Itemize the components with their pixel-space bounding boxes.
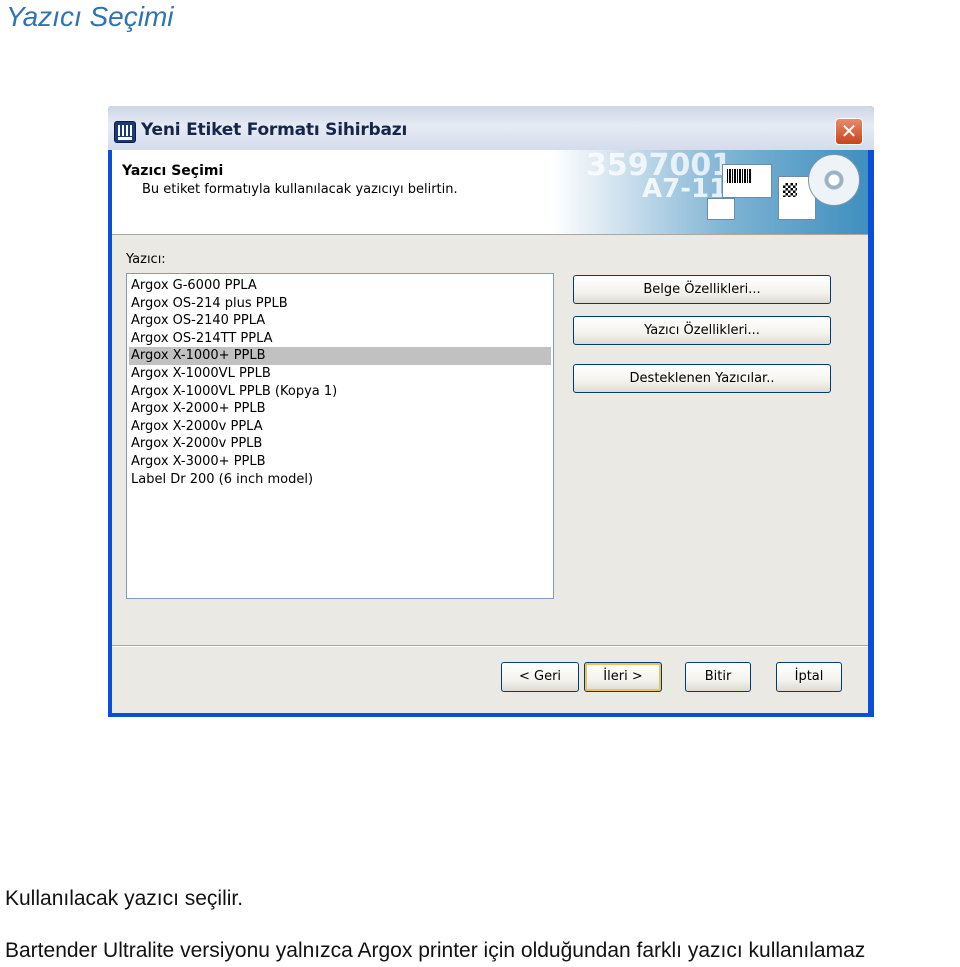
back-button[interactable]: < Geri (501, 662, 579, 692)
figure-caption: Kullanılacak yazıcı seçilir. (5, 887, 244, 910)
close-button[interactable]: ✕ (835, 118, 863, 145)
finish-button[interactable]: Bitir (685, 662, 751, 692)
window-title: Yeni Etiket Formatı Sihirbazı (141, 120, 408, 140)
supported-printers-button[interactable]: Desteklenen Yazıcılar.. (573, 364, 831, 393)
printer-list-item[interactable]: Argox X-1000VL PPLB (Kopya 1) (129, 383, 551, 401)
barcode-label-icon (722, 164, 772, 198)
printer-list-item[interactable]: Argox X-2000v PPLA (129, 418, 551, 436)
wizard-step-title: Yazıcı Seçimi (122, 163, 224, 179)
dialog-client-area: 3597001 A7-118 Yazıcı Seçimi Bu etiket f… (112, 150, 868, 713)
printer-list-item[interactable]: Argox X-2000v PPLB (129, 435, 551, 453)
wizard-dialog: Yeni Etiket Formatı Sihirbazı ✕ 3597001 … (108, 106, 874, 717)
printer-list-item[interactable]: Argox OS-214 plus PPLB (129, 295, 551, 313)
wizard-step-description: Bu etiket formatıyla kullanılacak yazıcı… (142, 182, 458, 197)
wizard-header: 3597001 A7-118 Yazıcı Seçimi Bu etiket f… (112, 150, 868, 235)
printer-list-item[interactable]: Argox G-6000 PPLA (129, 277, 551, 295)
printer-list-item[interactable]: Argox OS-2140 PPLA (129, 312, 551, 330)
next-button[interactable]: İleri > (584, 662, 662, 692)
header-banner-graphic: 3597001 A7-118 (552, 150, 868, 234)
cancel-button[interactable]: İptal (776, 662, 842, 692)
printer-list-item[interactable]: Label Dr 200 (6 inch model) (129, 471, 551, 489)
body-text: Bartender Ultralite versiyonu yalnızca A… (5, 939, 866, 962)
close-icon: ✕ (840, 119, 858, 143)
footer-separator (112, 645, 868, 647)
printer-list-label: Yazıcı: (126, 252, 166, 267)
printer-list-item[interactable]: Argox OS-214TT PPLA (129, 330, 551, 348)
document-properties-button[interactable]: Belge Özellikleri... (573, 275, 831, 304)
printer-listbox[interactable]: Argox G-6000 PPLA Argox OS-214 plus PPLB A… (126, 273, 554, 599)
printer-list-item[interactable]: Argox X-2000+ PPLB (129, 400, 551, 418)
printer-properties-button[interactable]: Yazıcı Özellikleri... (573, 316, 831, 345)
document-heading: Yazıcı Seçimi (6, 1, 174, 32)
printer-list-item[interactable]: Argox X-1000VL PPLB (129, 365, 551, 383)
printer-list-item[interactable]: Argox X-1000+ PPLB (129, 347, 551, 365)
title-bar[interactable]: Yeni Etiket Formatı Sihirbazı ✕ (108, 106, 874, 150)
small-label-icon (707, 198, 735, 220)
bartender-app-icon (114, 121, 136, 143)
cd-disc-icon (808, 154, 860, 206)
printer-list-item[interactable]: Argox X-3000+ PPLB (129, 453, 551, 471)
